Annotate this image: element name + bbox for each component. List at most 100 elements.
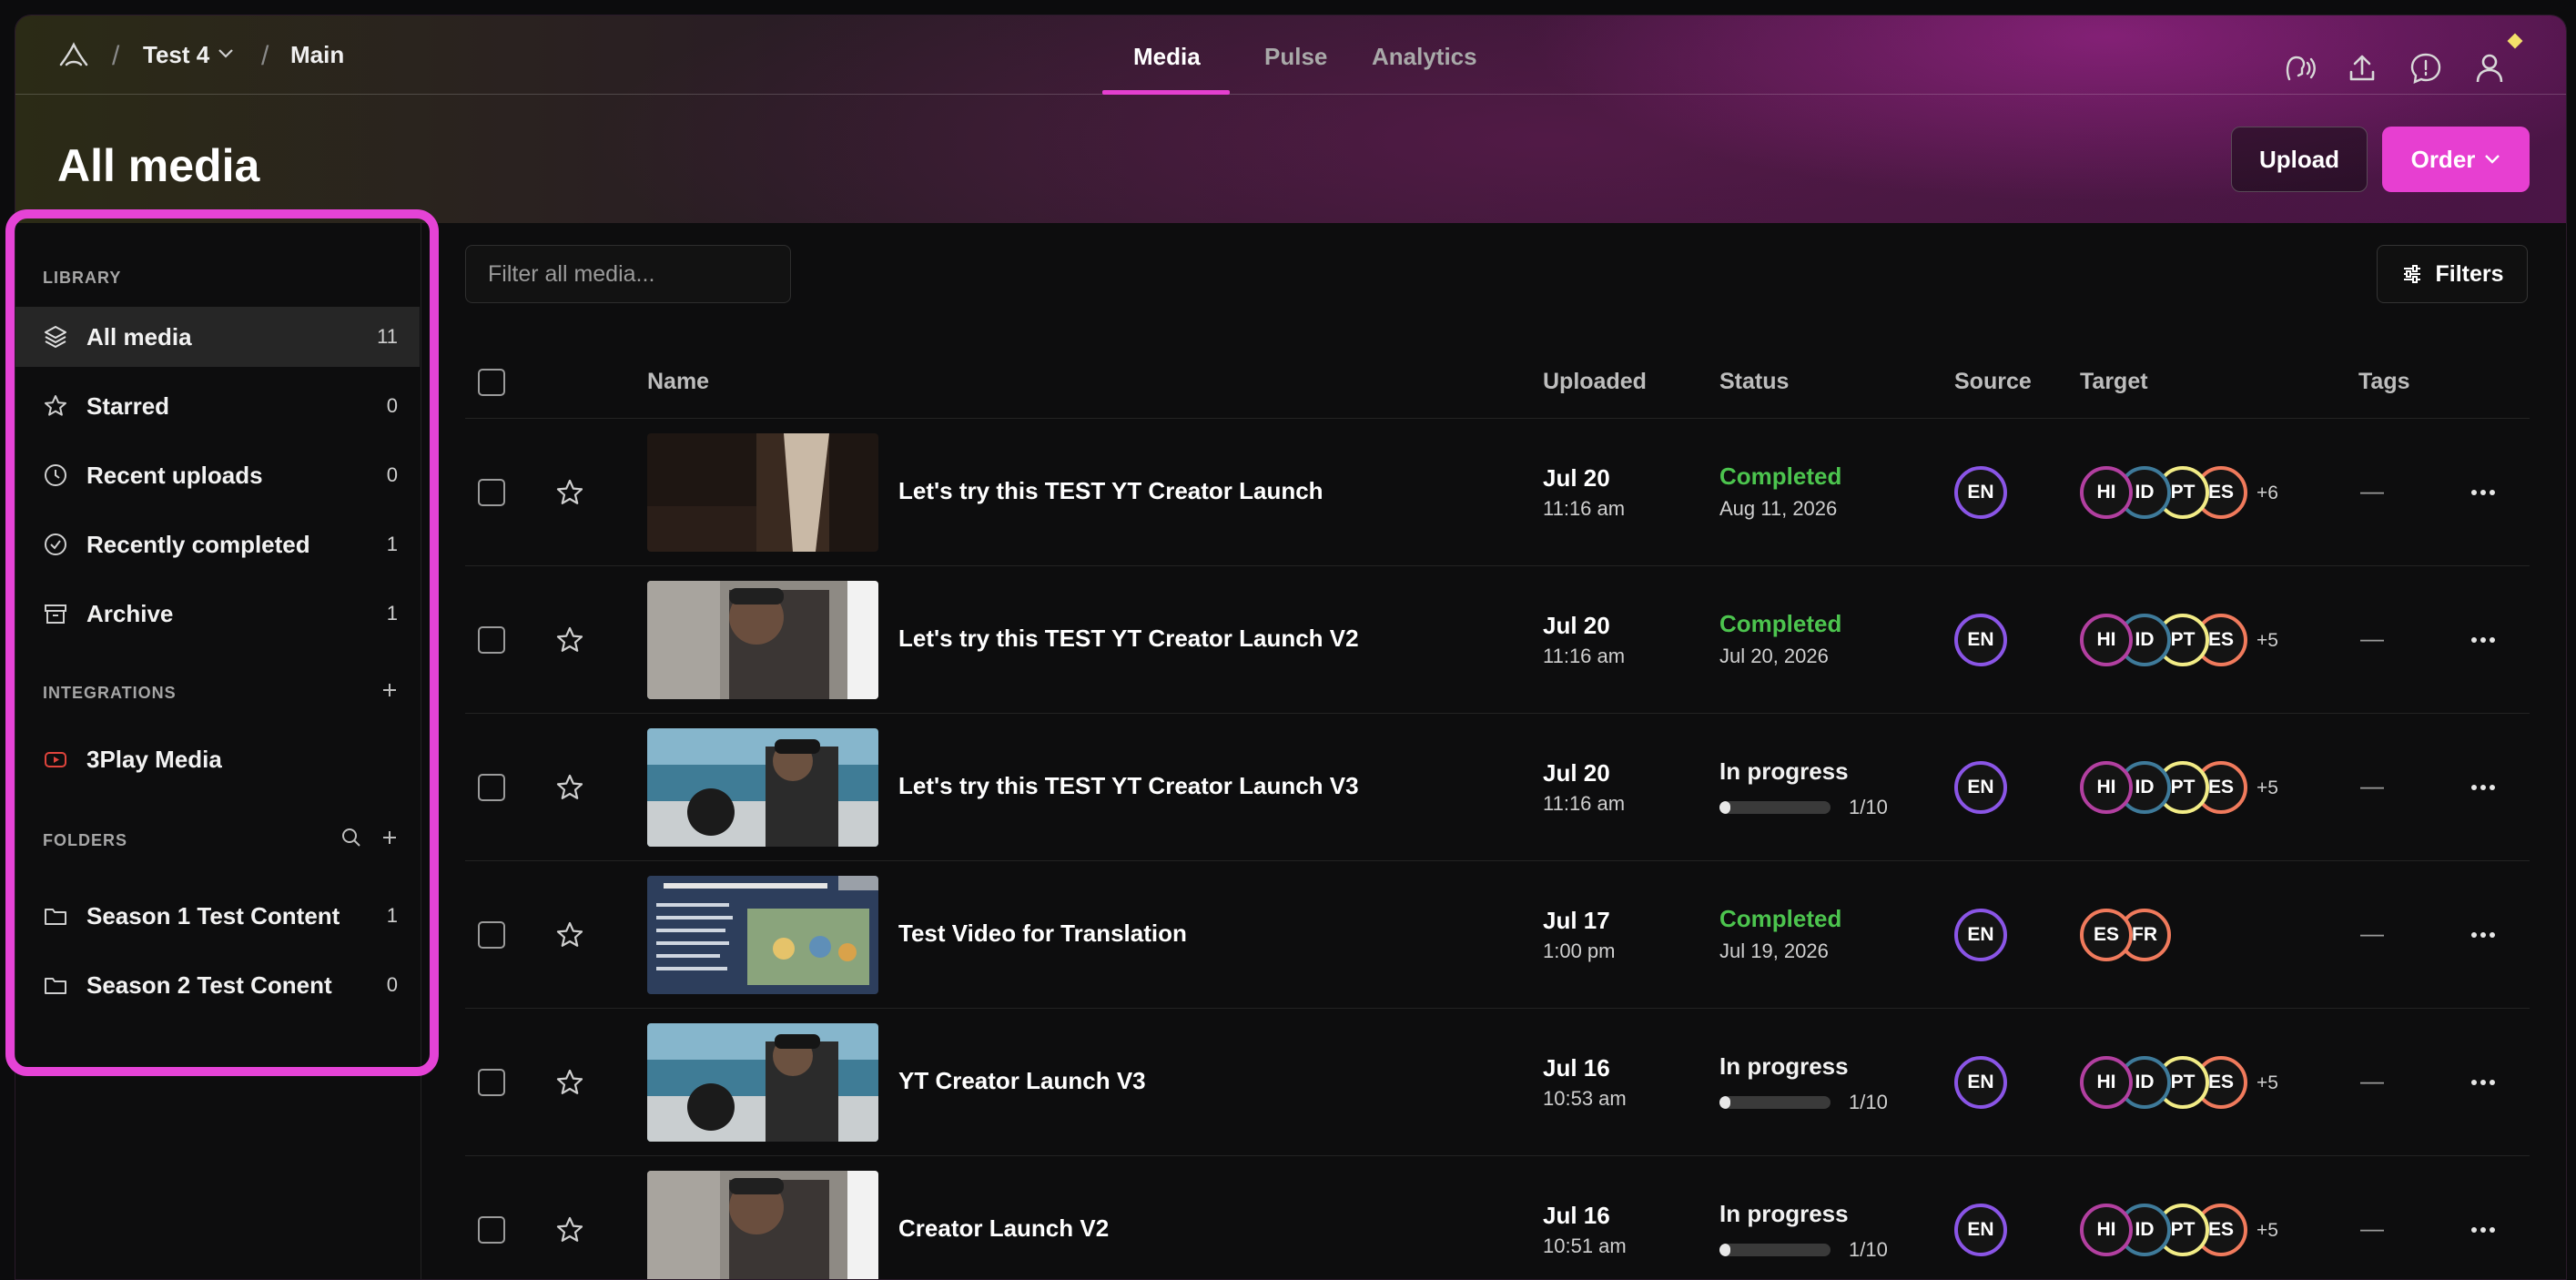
target-language-badge[interactable]: HI [2080, 761, 2133, 814]
target-language-badge[interactable]: HI [2080, 1204, 2133, 1256]
more-targets-count[interactable]: +5 [2257, 1220, 2278, 1242]
uploaded-date: Jul 17 [1543, 907, 1610, 934]
breadcrumb-separator: / [112, 41, 120, 71]
source-language-badge[interactable]: EN [1954, 614, 2007, 666]
source-language-badge[interactable]: EN [1954, 909, 2007, 961]
progress-text: 1/10 [1849, 1091, 1888, 1113]
source-language-badge[interactable]: EN [1954, 761, 2007, 814]
status-label: In progress [1719, 757, 1849, 785]
page-title: All media [57, 140, 260, 191]
tab-pulse[interactable]: Pulse [1264, 43, 1327, 71]
column-header-name[interactable]: Name [647, 369, 709, 395]
row-checkbox[interactable] [478, 479, 505, 506]
uploaded-time: 1:00 pm [1543, 940, 1616, 962]
upload-button[interactable]: Upload [2231, 127, 2368, 192]
upload-icon[interactable] [2344, 50, 2380, 86]
account-icon[interactable] [2473, 50, 2510, 86]
media-name[interactable]: Creator Launch V2 [898, 1214, 1109, 1243]
media-name[interactable]: Test Video for Translation [898, 919, 1187, 948]
row-checkbox[interactable] [478, 921, 505, 949]
uploaded-time: 11:16 am [1543, 645, 1626, 667]
sliders-icon [2404, 265, 2421, 283]
more-options-icon[interactable] [2468, 479, 2499, 506]
star-icon[interactable] [554, 919, 585, 950]
more-targets-count[interactable]: +5 [2257, 1072, 2278, 1094]
uploaded-time: 11:16 am [1543, 792, 1626, 815]
more-options-icon[interactable] [2468, 774, 2499, 801]
more-options-icon[interactable] [2468, 1216, 2499, 1244]
tags-value: — [2360, 1067, 2384, 1094]
breadcrumb-main[interactable]: Main [290, 41, 344, 69]
uploaded-date: Jul 20 [1543, 759, 1610, 787]
order-button[interactable]: Order [2382, 127, 2530, 192]
media-thumbnail[interactable] [647, 728, 878, 847]
progress-text: 1/10 [1849, 796, 1888, 818]
table-row[interactable]: YT Creator Launch V3 Jul 16 10:53 am In pro… [465, 1008, 2530, 1155]
column-header-uploaded[interactable]: Uploaded [1543, 369, 1647, 395]
row-checkbox[interactable] [478, 774, 505, 801]
progress-bar [1719, 1096, 1831, 1109]
tags-value: — [2360, 625, 2384, 652]
source-language-badge[interactable]: EN [1954, 466, 2007, 519]
media-thumbnail[interactable] [647, 1023, 878, 1142]
row-checkbox[interactable] [478, 1216, 505, 1244]
status-label: Completed [1719, 905, 1842, 932]
chevron-down-icon[interactable] [218, 48, 234, 59]
target-language-badge[interactable]: HI [2080, 614, 2133, 666]
star-icon[interactable] [554, 477, 585, 508]
media-thumbnail[interactable] [647, 433, 878, 552]
media-thumbnail[interactable] [647, 876, 878, 994]
logo-icon[interactable] [57, 39, 90, 72]
more-targets-count[interactable]: +5 [2257, 777, 2278, 799]
sidebar-highlight-outline [5, 209, 439, 1076]
tags-value: — [2360, 1214, 2384, 1242]
star-icon[interactable] [554, 625, 585, 655]
column-header-target[interactable]: Target [2080, 369, 2148, 395]
target-language-badge[interactable]: ES [2080, 909, 2133, 961]
notification-dot-icon [2507, 33, 2523, 49]
status-label: Completed [1719, 462, 1842, 490]
tab-media[interactable]: Media [1133, 43, 1201, 71]
star-icon[interactable] [554, 1067, 585, 1098]
more-options-icon[interactable] [2468, 626, 2499, 654]
media-name[interactable]: Let's try this TEST YT Creator Launch [898, 477, 1323, 505]
media-name[interactable]: Let's try this TEST YT Creator Launch V3 [898, 772, 1359, 800]
media-thumbnail[interactable] [647, 1171, 878, 1279]
more-targets-count[interactable]: +6 [2257, 483, 2278, 504]
star-icon[interactable] [554, 772, 585, 803]
filter-input[interactable] [465, 245, 791, 303]
table-row[interactable]: Test Video for Translation Jul 17 1:00 pm C… [465, 860, 2530, 1008]
star-icon[interactable] [554, 1214, 585, 1245]
select-all-checkbox[interactable] [478, 369, 505, 396]
tags-value: — [2360, 772, 2384, 799]
tab-analytics[interactable]: Analytics [1372, 43, 1477, 71]
media-name[interactable]: Let's try this TEST YT Creator Launch V2 [898, 625, 1359, 653]
table-row[interactable]: Creator Launch V2 Jul 16 10:51 am In progre… [465, 1155, 2530, 1279]
table-row[interactable]: Let's try this TEST YT Creator Launch V2… [465, 565, 2530, 713]
source-language-badge[interactable]: EN [1954, 1204, 2007, 1256]
table-row[interactable]: Let's try this TEST YT Creator Launch V3… [465, 713, 2530, 860]
target-language-badge[interactable]: HI [2080, 466, 2133, 519]
row-checkbox[interactable] [478, 626, 505, 654]
voice-icon[interactable] [2282, 50, 2318, 86]
media-thumbnail[interactable] [647, 581, 878, 699]
feedback-icon[interactable] [2408, 50, 2444, 86]
media-name[interactable]: YT Creator Launch V3 [898, 1067, 1146, 1095]
source-language-badge[interactable]: EN [1954, 1056, 2007, 1109]
uploaded-date: Jul 16 [1543, 1202, 1610, 1229]
column-header-source[interactable]: Source [1954, 369, 2032, 395]
tags-value: — [2360, 477, 2384, 504]
column-header-tags[interactable]: Tags [2358, 369, 2410, 395]
more-targets-count[interactable]: +5 [2257, 630, 2278, 652]
filters-label: Filters [2435, 260, 2504, 287]
row-checkbox[interactable] [478, 1069, 505, 1096]
breadcrumb-separator: / [261, 41, 269, 71]
column-header-status[interactable]: Status [1719, 369, 1789, 395]
workspace-switcher[interactable]: Test 4 [143, 41, 209, 69]
status-date: Aug 11, 2026 [1719, 497, 1838, 520]
more-options-icon[interactable] [2468, 1069, 2499, 1096]
target-language-badge[interactable]: HI [2080, 1056, 2133, 1109]
more-options-icon[interactable] [2468, 921, 2499, 949]
filters-button[interactable]: Filters [2377, 245, 2528, 303]
table-row[interactable]: Let's try this TEST YT Creator Launch Jul… [465, 418, 2530, 565]
